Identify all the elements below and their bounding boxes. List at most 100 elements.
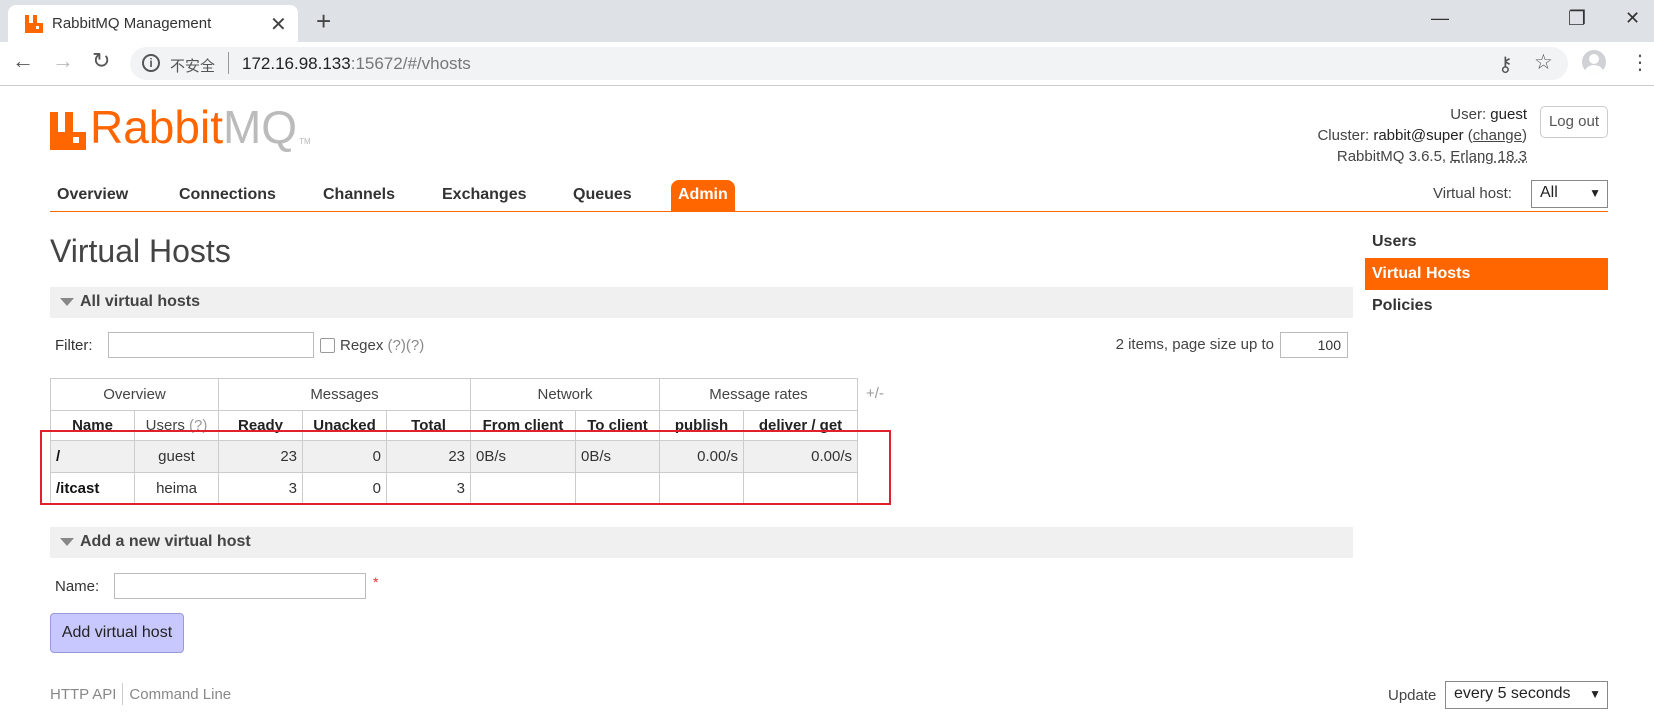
col-header-from-client[interactable]: From client [470,410,576,441]
regex-help-links[interactable]: (?)(?) [388,337,425,354]
footer-links: HTTP API Command Line [50,683,231,705]
table-row[interactable]: / guest 23 0 23 0B/s 0B/s 0.00/s 0.00/s [50,440,858,473]
filter-label: Filter: [55,337,93,354]
all-vhosts-section-title: All virtual hosts [80,293,201,310]
table-column-header-row: Name Users (?) Ready Unacked Total From … [50,410,858,441]
browser-tab-title: RabbitMQ Management [52,15,212,32]
restore-icon[interactable]: ❐ [1568,6,1586,31]
rabbitmq-version: RabbitMQ 3.6.5, [1336,148,1447,165]
virtual-host-select[interactable]: All ▼ [1531,180,1608,208]
col-header-users: Users (?) [134,410,219,441]
vhost-from-client-cell: 0B/s [470,440,576,473]
browser-menu-icon[interactable]: ⋮ [1630,50,1650,75]
users-help-link[interactable]: (?) [189,417,207,434]
add-vhost-section-toggle[interactable]: Add a new virtual host [50,527,1353,558]
nav-tab-admin[interactable]: Admin [671,180,735,212]
col-header-publish[interactable]: publish [659,410,744,441]
group-header-message-rates: Message rates [659,378,858,411]
admin-sidebar: Users Virtual Hosts Policies [1365,226,1608,322]
table-group-header-row: Overview Messages Network Message rates [50,378,858,411]
user-value: guest [1490,106,1527,123]
url-text[interactable]: 172.16.98.133:15672/#/vhosts [242,54,471,74]
table-row[interactable]: /itcast heima 3 0 3 [50,472,858,505]
col-header-users-text: Users [145,417,185,434]
main-nav: Overview Connections Channels Exchanges … [50,180,1608,212]
sidebar-item-virtual-hosts[interactable]: Virtual Hosts [1365,258,1608,290]
erlang-version: Erlang 18.3 [1450,148,1527,165]
key-icon[interactable]: ⚷ [1498,52,1513,77]
page-title: Virtual Hosts [50,233,231,269]
url-host: 172.16.98.133 [242,54,351,73]
add-vhost-section-title: Add a new virtual host [80,533,251,550]
back-icon[interactable]: ← [12,48,34,74]
new-tab-icon[interactable]: + [316,6,331,37]
info-icon[interactable]: i [142,54,160,72]
http-api-link[interactable]: HTTP API [50,686,116,703]
user-label: User: [1450,106,1487,123]
group-header-network: Network [470,378,660,411]
group-header-overview: Overview [50,378,219,411]
col-header-to-client[interactable]: To client [575,410,660,441]
col-header-unacked[interactable]: Unacked [302,410,387,441]
items-count-text: 2 items, page size up to [1115,336,1274,353]
reload-icon[interactable]: ↻ [92,48,110,74]
collapse-triangle-icon [60,298,74,306]
star-icon[interactable]: ☆ [1534,50,1553,75]
toggle-columns-link[interactable]: +/- [866,385,884,402]
browser-tab[interactable]: RabbitMQ Management ✕ [8,5,298,42]
col-header-deliver-get[interactable]: deliver / get [743,410,858,441]
nav-tab-channels[interactable]: Channels [323,186,395,204]
vhost-publish-cell: 0.00/s [659,440,744,473]
virtual-host-value: All [1540,184,1558,201]
vhost-name-label: Name: [55,578,100,595]
profile-avatar-icon[interactable] [1582,50,1606,74]
update-label: Update [1388,687,1437,704]
nav-tab-overview[interactable]: Overview [57,186,128,204]
col-header-ready[interactable]: Ready [218,410,303,441]
sidebar-item-policies[interactable]: Policies [1365,290,1608,322]
vhost-deliver-get-cell: 0.00/s [743,440,858,473]
vhost-from-client-cell [470,472,576,505]
add-virtual-host-button[interactable]: Add virtual host [50,613,184,653]
required-asterisk: * [373,574,379,590]
window-close-icon[interactable]: ✕ [1625,8,1640,29]
nav-tab-exchanges[interactable]: Exchanges [442,186,526,204]
address-bar-row: ← → ↻ i 不安全 172.16.98.133:15672/#/vhosts… [0,42,1654,86]
rabbitmq-logo: RabbitMQ TM [50,104,311,150]
update-interval-select[interactable]: every 5 seconds ▼ [1445,681,1608,709]
update-interval-value: every 5 seconds [1454,685,1571,702]
logout-button[interactable]: Log out [1540,106,1608,138]
vhost-name-link[interactable]: / [50,440,135,473]
logo-mq-text: MQ [222,101,298,153]
all-vhosts-section-toggle[interactable]: All virtual hosts [50,287,1353,318]
logo-rabbit-text: Rabbit [90,101,223,153]
cluster-label: Cluster: [1317,127,1370,144]
vhost-total-cell: 3 [386,472,471,505]
rabbitmq-logo-icon [50,112,86,150]
nav-tab-queues[interactable]: Queues [573,186,632,204]
vhost-deliver-get-cell [743,472,858,505]
forward-icon[interactable]: → [52,48,74,74]
sidebar-item-users[interactable]: Users [1365,226,1608,258]
page-size-input[interactable]: 100 [1280,332,1348,358]
user-info: User: guest Cluster: rabbit@super (chang… [1317,104,1527,167]
vhost-name-link[interactable]: /itcast [50,472,135,505]
url-bar[interactable]: i 不安全 172.16.98.133:15672/#/vhosts ⚷ ☆ [130,47,1568,80]
url-separator [228,52,229,74]
minimize-icon[interactable]: — [1431,8,1449,29]
regex-checkbox[interactable] [320,338,335,353]
change-cluster-link[interactable]: change [1473,127,1522,144]
browser-tab-bar: RabbitMQ Management ✕ + — ❐ ✕ [0,0,1654,42]
col-header-name[interactable]: Name [50,410,135,441]
virtual-host-label: Virtual host: [1433,185,1512,202]
vhost-users-cell: guest [134,440,219,473]
vhost-to-client-cell: 0B/s [575,440,660,473]
url-path: :15672/#/vhosts [350,54,471,73]
command-line-link[interactable]: Command Line [129,686,231,703]
vhost-ready-cell: 3 [218,472,303,505]
filter-input[interactable] [108,332,314,358]
nav-tab-connections[interactable]: Connections [179,186,276,204]
vhost-name-input[interactable] [114,573,366,599]
col-header-total[interactable]: Total [386,410,471,441]
tab-close-icon[interactable]: ✕ [270,12,287,37]
